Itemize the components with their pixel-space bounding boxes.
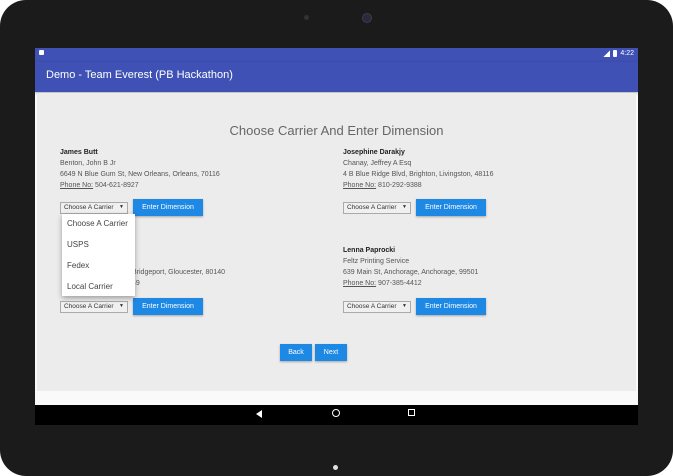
phone-label: Phone No: [60, 182, 94, 189]
sensor-icon [304, 15, 309, 20]
main-content: Choose Carrier And Enter Dimension James… [37, 93, 636, 391]
customer-address: 639 Main St, Anchorage, Anchorage, 99501 [343, 269, 479, 276]
carrier-select[interactable]: Choose A Carrier ▼ [343, 301, 411, 313]
customer-card: James Butt Benton, John B Jr 6649 N Blue… [60, 147, 220, 191]
screen: 4:22 Demo - Team Everest (PB Hackathon) … [35, 48, 638, 425]
carrier-select-value: Choose A Carrier [347, 303, 397, 310]
carrier-select-value: Choose A Carrier [347, 204, 397, 211]
carrier-select-value: Choose A Carrier [64, 303, 114, 310]
dropdown-arrow-icon: ▼ [119, 303, 124, 309]
carrier-option[interactable]: Local Carrier [67, 282, 113, 291]
next-button[interactable]: Next [315, 344, 347, 361]
tablet-frame: 4:22 Demo - Team Everest (PB Hackathon) … [0, 0, 673, 476]
status-icons: 4:22 [603, 50, 634, 57]
carrier-select-value: Choose A Carrier [64, 204, 114, 211]
status-bar: 4:22 [35, 48, 638, 62]
carrier-select[interactable]: Choose A Carrier ▼ [60, 202, 128, 214]
customer-name: James Butt [60, 149, 98, 156]
dropdown-arrow-icon: ▼ [402, 303, 407, 309]
carrier-option[interactable]: USPS [67, 240, 89, 249]
customer-name: Josephine Darakjy [343, 149, 405, 156]
customer-card: Josephine Darakjy Chanay, Jeffrey A Esq … [343, 147, 493, 191]
carrier-select[interactable]: Choose A Carrier ▼ [343, 202, 411, 214]
customer-card: Bridgeport, Gloucester, 80140 49 [132, 267, 225, 289]
customer-company: Chanay, Jeffrey A Esq [343, 160, 412, 167]
carrier-option[interactable]: Fedex [67, 261, 89, 270]
carrier-dropdown-menu: Choose A Carrier USPS Fedex Local Carrie… [62, 214, 135, 296]
phone-number: 504-621-8927 [95, 182, 139, 189]
system-nav-bar [35, 405, 638, 425]
back-button[interactable]: Back [280, 344, 312, 361]
phone-label: Phone No: [343, 280, 377, 287]
dropdown-arrow-icon: ▼ [119, 204, 124, 210]
phone-number: 907-385-4412 [378, 280, 422, 287]
app-title: Demo - Team Everest (PB Hackathon) [46, 69, 233, 81]
customer-company: Feltz Printing Service [343, 258, 410, 265]
signal-icon [603, 50, 611, 57]
enter-dimension-button[interactable]: Enter Dimension [416, 199, 486, 216]
enter-dimension-button[interactable]: Enter Dimension [133, 298, 203, 315]
camera-icon [362, 13, 372, 23]
page-heading: Choose Carrier And Enter Dimension [229, 123, 444, 138]
customer-card: Lenna Paprocki Feltz Printing Service 63… [343, 245, 478, 289]
app-bar: Demo - Team Everest (PB Hackathon) [35, 62, 638, 92]
status-time: 4:22 [620, 50, 634, 57]
dropdown-arrow-icon: ▼ [402, 204, 407, 210]
customer-address: Bridgeport, Gloucester, 80140 [132, 269, 226, 276]
battery-icon [613, 50, 618, 57]
phone-number: 810-292-9388 [378, 182, 422, 189]
carrier-select[interactable]: Choose A Carrier ▼ [60, 301, 128, 313]
square-recents-icon[interactable] [408, 409, 415, 416]
customer-name: Lenna Paprocki [343, 247, 396, 254]
home-indicator-icon [333, 465, 338, 470]
notification-icon [39, 50, 44, 55]
phone-label: Phone No: [343, 182, 377, 189]
customer-address: 4 B Blue Ridge Blvd, Brighton, Livingsto… [343, 171, 494, 178]
triangle-back-icon[interactable] [256, 410, 262, 418]
enter-dimension-button[interactable]: Enter Dimension [416, 298, 486, 315]
customer-company: Benton, John B Jr [60, 160, 116, 167]
enter-dimension-button[interactable]: Enter Dimension [133, 199, 203, 216]
phone-number: 49 [132, 280, 140, 287]
circle-home-icon[interactable] [332, 409, 340, 417]
carrier-option[interactable]: Choose A Carrier [67, 219, 128, 228]
customer-address: 6649 N Blue Gum St, New Orleans, Orleans… [60, 171, 220, 178]
